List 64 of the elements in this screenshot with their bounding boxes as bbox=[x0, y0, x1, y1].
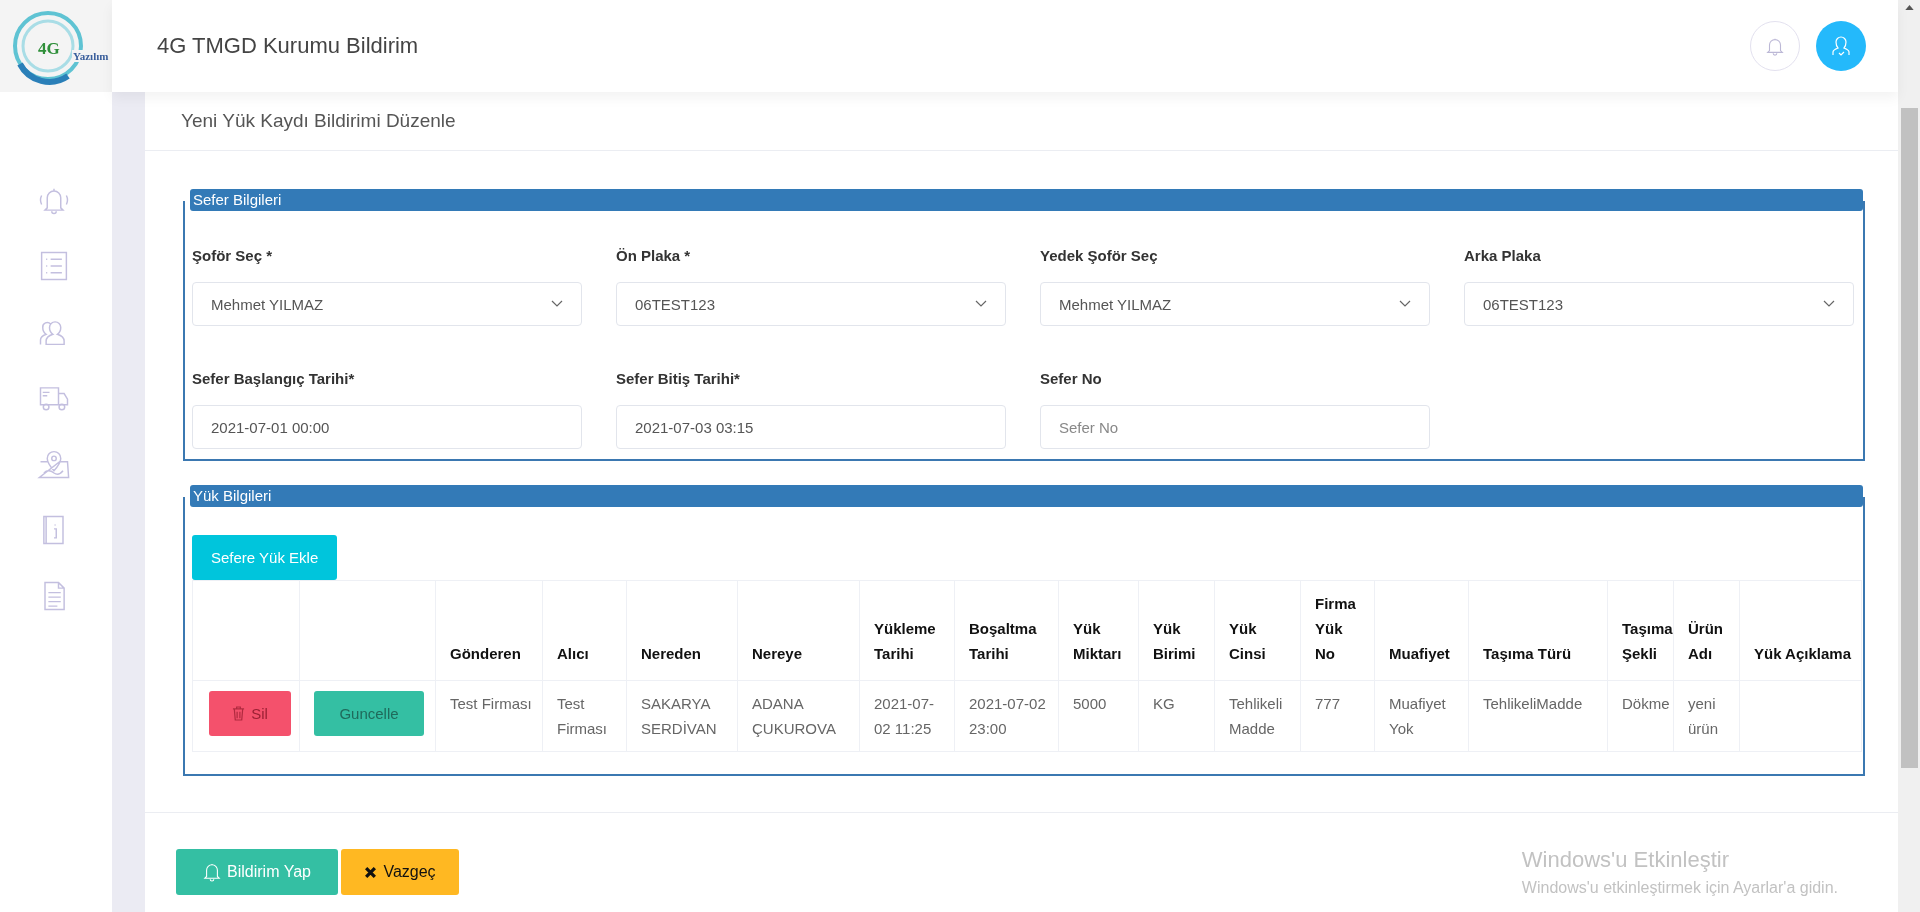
table-cell: Test Firması bbox=[557, 695, 607, 737]
table-cell: Test Firması bbox=[450, 695, 532, 712]
field-label: Sefer Başlangıç Tarihi* bbox=[192, 370, 356, 387]
table-cell: 2021-07-02 23:00 bbox=[969, 695, 1046, 737]
select-field[interactable]: 06TEST123 bbox=[616, 282, 1006, 326]
input-field[interactable]: 2021-07-01 00:00 bbox=[192, 405, 582, 449]
select-field[interactable]: 06TEST123 bbox=[1464, 282, 1854, 326]
scrollbar[interactable] bbox=[1898, 0, 1920, 912]
close-icon bbox=[364, 865, 378, 879]
page-title: Yeni Yük Kaydı Bildirimi Düzenle bbox=[181, 110, 456, 132]
column-header: Yük Cinsi bbox=[1229, 620, 1266, 662]
table-cell: Dökme bbox=[1622, 695, 1670, 712]
user-profile-button[interactable] bbox=[1816, 21, 1866, 71]
table-cell: TehlikeliMadde bbox=[1483, 695, 1583, 712]
app-title: 4G TMGD Kurumu Bildirim bbox=[157, 33, 419, 59]
table-cell: yeni ürün bbox=[1688, 695, 1719, 737]
column-header: Firma Yük No bbox=[1315, 595, 1356, 662]
field-label: Sefer Bitiş Tarihi* bbox=[616, 370, 741, 387]
column-header: Taşıma Türü bbox=[1483, 645, 1572, 662]
field-label: Şoför Seç * bbox=[192, 247, 274, 264]
select-field[interactable]: Mehmet YILMAZ bbox=[1040, 282, 1430, 326]
field-label: Sefer No bbox=[1040, 370, 1103, 387]
user-icon bbox=[1829, 34, 1853, 58]
field-label: Arka Plaka bbox=[1464, 247, 1542, 264]
table-cell: KG bbox=[1153, 695, 1175, 712]
table-cell: Muafiyet Yok bbox=[1389, 695, 1446, 737]
activation-notice-text: Windows'u etkinleştirmek için Ayarlar'a gidin. bbox=[1521, 879, 1838, 897]
section-legend: Sefer Bilgileri bbox=[190, 189, 1863, 211]
bell-icon bbox=[203, 862, 222, 882]
trash-icon bbox=[232, 706, 246, 721]
chevron-down-icon bbox=[1399, 300, 1411, 308]
column-header: Nereden bbox=[641, 645, 702, 662]
column-header: Taşıma Şekli bbox=[1622, 620, 1673, 662]
column-header: Yük Birimi bbox=[1153, 620, 1196, 662]
scroll-up-icon bbox=[1904, 5, 1914, 10]
input-field[interactable]: Sefer No bbox=[1040, 405, 1430, 449]
logo-wordmark: Yazılım bbox=[72, 50, 110, 62]
column-header: Nereye bbox=[752, 645, 803, 662]
chevron-down-icon bbox=[975, 300, 987, 308]
column-header: Yükleme Tarihi bbox=[874, 620, 936, 662]
table-cell: 5000 bbox=[1073, 695, 1107, 712]
activation-notice-title: Windows'u Etkinleştir bbox=[1521, 847, 1730, 873]
column-header: Yük Açıklama bbox=[1754, 645, 1851, 662]
notifications-button[interactable] bbox=[1750, 21, 1800, 71]
table-cell: 777 bbox=[1315, 695, 1341, 712]
table-cell: Tehlikeli Madde bbox=[1229, 695, 1283, 737]
column-header: Ürün Adı bbox=[1688, 620, 1723, 662]
chevron-down-icon bbox=[551, 300, 563, 308]
column-header: Muafiyet bbox=[1389, 645, 1450, 662]
select-field[interactable]: Mehmet YILMAZ bbox=[192, 282, 582, 326]
section-legend: Yük Bilgileri bbox=[190, 485, 1863, 507]
column-header: Yük Miktarı bbox=[1073, 620, 1122, 662]
field-label: Ön Plaka * bbox=[616, 247, 692, 264]
logo-mark: 4G bbox=[38, 39, 60, 59]
table-cell: SAKARYA SERDİVAN bbox=[641, 695, 717, 737]
column-header: Boşaltma Tarihi bbox=[969, 620, 1037, 662]
chevron-down-icon bbox=[1823, 300, 1835, 308]
table-cell: 2021-07-02 11:25 bbox=[874, 695, 935, 737]
table-cell: ADANA ÇUKUROVA bbox=[752, 695, 836, 737]
column-header: Alıcı bbox=[557, 645, 589, 662]
cancel-button[interactable]: Vazgeç bbox=[341, 849, 459, 895]
column-header: Gönderen bbox=[450, 645, 521, 662]
input-field[interactable]: 2021-07-03 03:15 bbox=[616, 405, 1006, 449]
field-label: Yedek Şoför Seç bbox=[1040, 247, 1159, 264]
